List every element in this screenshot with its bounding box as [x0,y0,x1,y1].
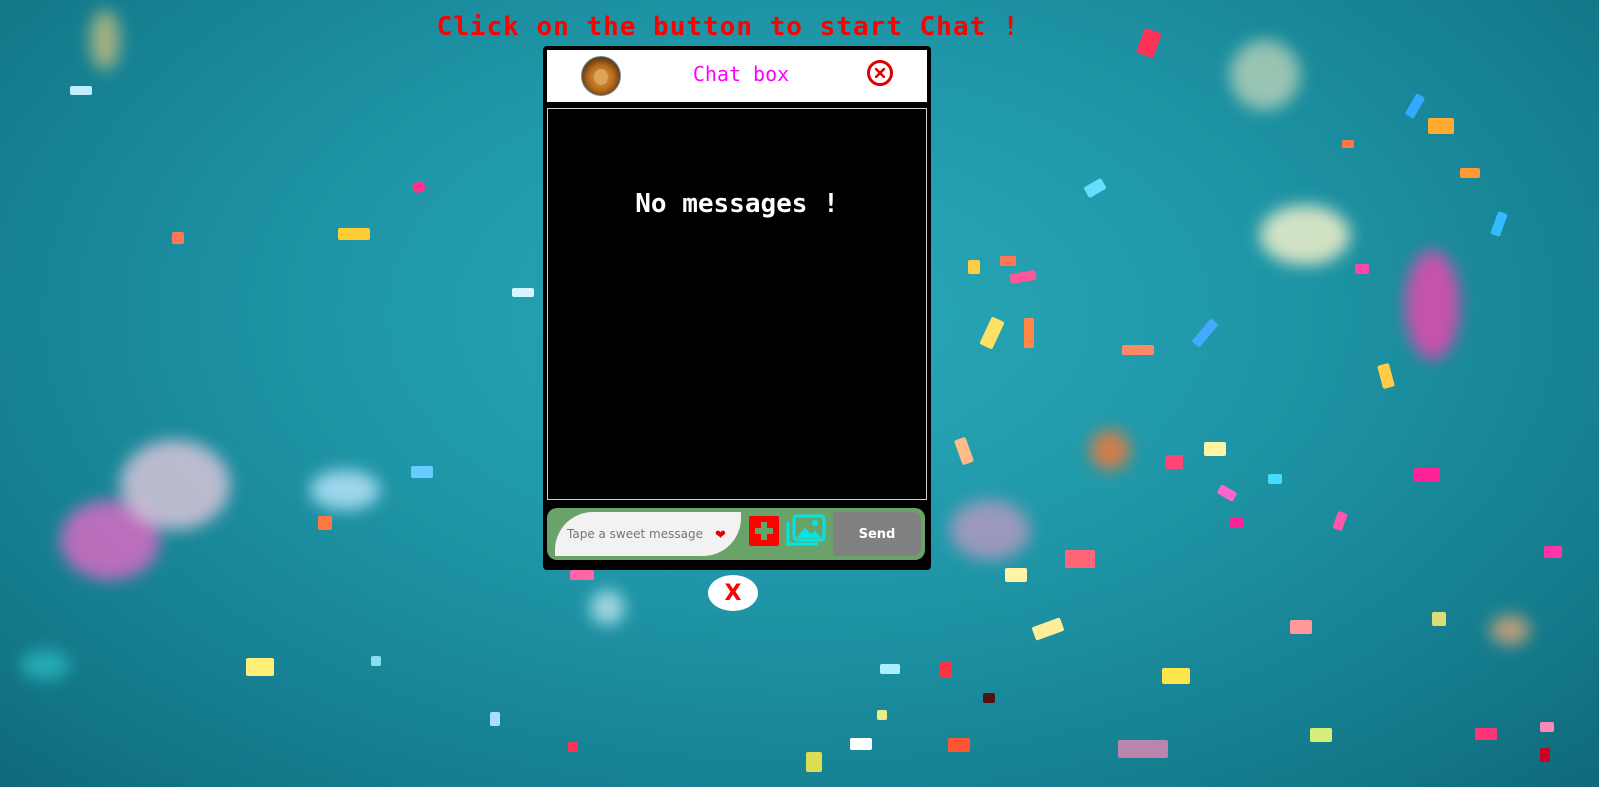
image-upload-button[interactable] [785,514,827,548]
close-circle-icon [875,68,885,78]
page-headline: Click on the button to start Chat ! [436,12,1020,42]
chat-header: Chat box [547,50,927,102]
toggle-chat-button[interactable]: X [708,575,758,611]
empty-messages-text: No messages ! [635,189,839,219]
heart-icon: ❤ [715,528,726,543]
close-chat-button[interactable] [867,60,893,86]
message-composer: ❤ Send [547,508,925,560]
add-button[interactable] [749,516,779,546]
plus-icon [755,522,773,540]
messages-panel[interactable]: No messages ! [547,108,927,500]
send-button[interactable]: Send [833,512,921,556]
image-icon [786,514,826,546]
message-input[interactable] [555,512,741,556]
chat-box: Chat box No messages ! ❤ [543,46,931,570]
